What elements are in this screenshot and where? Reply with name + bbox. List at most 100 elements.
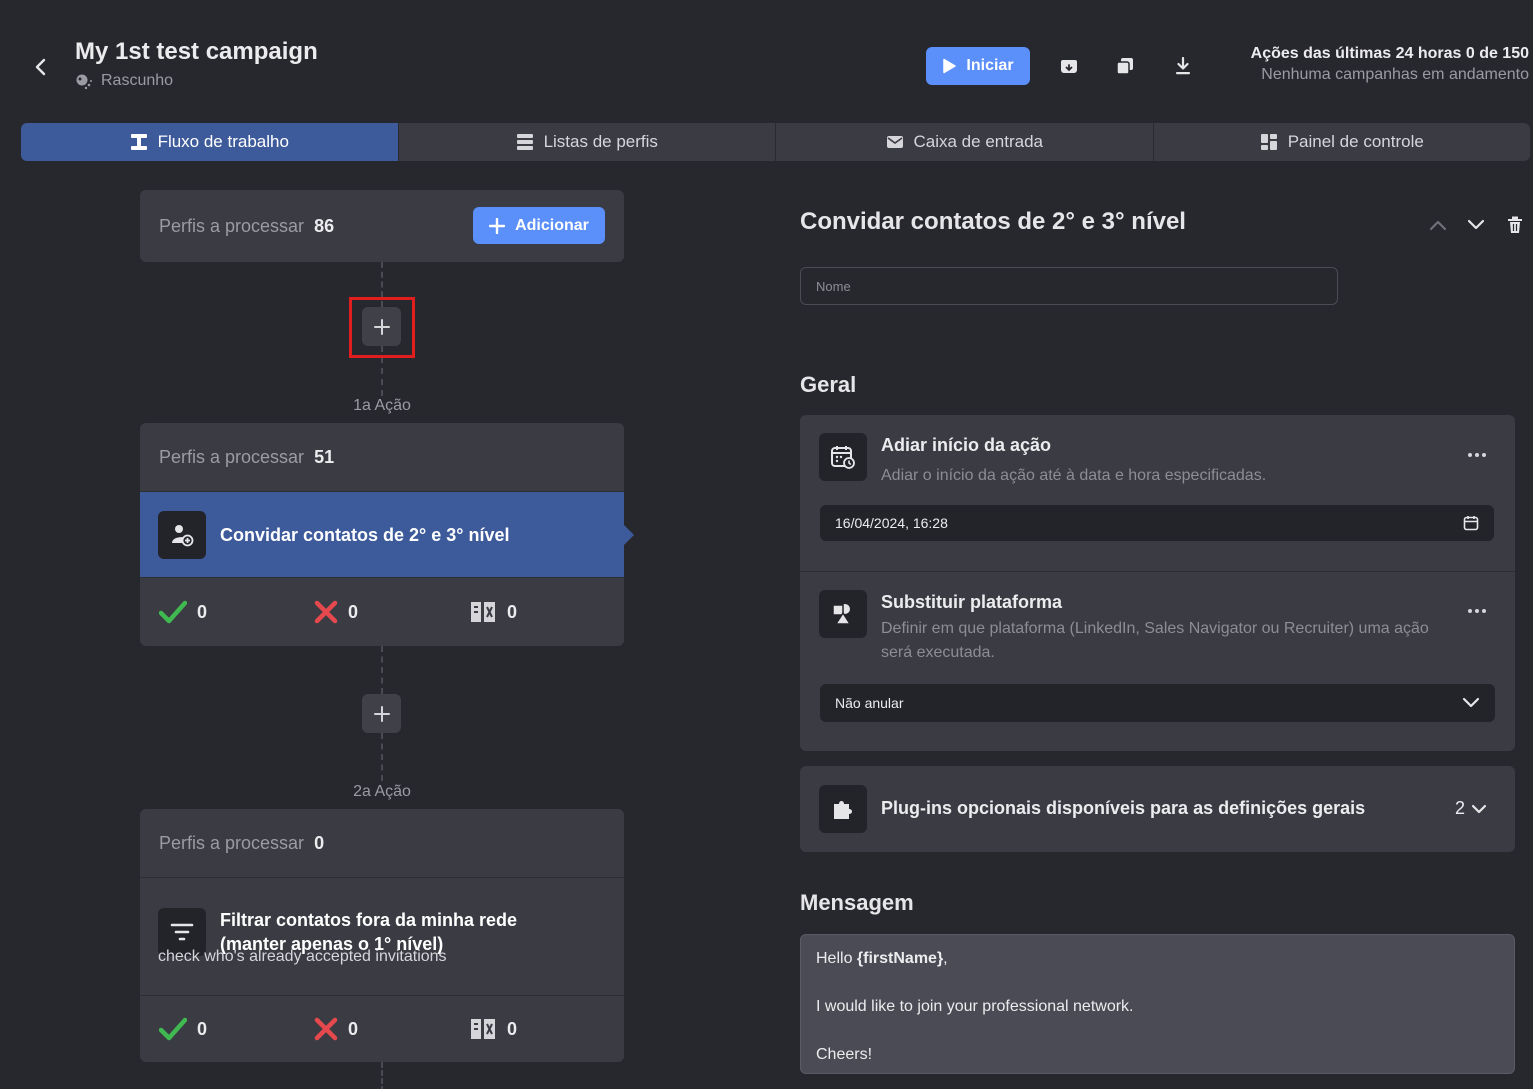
action-detail-title: Convidar contatos de 2° e 3° nível bbox=[800, 208, 1186, 235]
duplicate-button[interactable] bbox=[1113, 54, 1137, 78]
start-label: Iniciar bbox=[966, 57, 1014, 74]
profiles-label: Perfis a processar bbox=[159, 215, 305, 236]
action-card: Perfis a processar 0 Filtrar contatos fo… bbox=[140, 809, 624, 1062]
plugins-panel[interactable]: Plug-ins opcionais disponíveis para as d… bbox=[800, 766, 1515, 852]
x-icon bbox=[314, 1017, 338, 1041]
chevron-down-icon bbox=[1462, 697, 1480, 708]
message-greeting: Hello bbox=[816, 950, 857, 967]
start-profiles-card: Perfis a processar 86 Adicionar bbox=[140, 190, 624, 262]
actions-24h: Ações das últimas 24 horas 0 de 150 bbox=[1250, 45, 1529, 62]
connector-line bbox=[381, 1062, 383, 1089]
action-stats: Ações das últimas 24 horas 0 de 150 Nenh… bbox=[1251, 45, 1529, 84]
platform-description: Definir em que plataforma (LinkedIn, Sal… bbox=[881, 620, 1429, 661]
calendar-clock-icon bbox=[819, 433, 867, 481]
skip-icon bbox=[471, 1019, 495, 1039]
delay-description: Adiar o início da ação até à data e hora… bbox=[881, 467, 1267, 484]
message-closing: Cheers! bbox=[816, 1046, 873, 1063]
highlight-box bbox=[349, 297, 415, 358]
mail-icon bbox=[886, 136, 903, 148]
archive-button[interactable] bbox=[1057, 54, 1081, 78]
delay-more-button[interactable] bbox=[1467, 441, 1487, 464]
back-button[interactable] bbox=[28, 52, 54, 82]
profiles-count: 86 bbox=[314, 215, 335, 236]
start-button[interactable]: Iniciar bbox=[926, 47, 1030, 85]
main-tabs: Fluxo de trabalho Listas de perfis Caixa… bbox=[21, 123, 1530, 161]
archive-icon bbox=[1061, 60, 1077, 73]
message-greeting-end: , bbox=[943, 950, 948, 967]
general-section-title: Geral bbox=[800, 372, 857, 397]
invite-icon bbox=[158, 510, 206, 559]
plugins-title: Plug-ins opcionais disponíveis para as d… bbox=[881, 798, 1366, 818]
chevron-up-icon bbox=[1429, 220, 1447, 231]
tab-dashboard[interactable]: Painel de controle bbox=[1154, 123, 1531, 161]
chevron-left-icon bbox=[35, 58, 46, 76]
chevron-down-icon bbox=[1467, 219, 1485, 230]
calendar-icon bbox=[1463, 516, 1479, 531]
skipped-count: 0 bbox=[469, 600, 624, 624]
tab-workflow[interactable]: Fluxo de trabalho bbox=[21, 123, 399, 161]
action-row-filter[interactable]: Filtrar contatos fora da minha rede (man… bbox=[140, 877, 624, 995]
add-label: Adicionar bbox=[515, 216, 589, 234]
step-counts: 0 0 0 bbox=[140, 995, 624, 1062]
draft-icon bbox=[76, 74, 92, 90]
profiles-label: Perfis a processar bbox=[159, 446, 305, 467]
tab-label: Listas de perfis bbox=[543, 132, 658, 151]
tab-inbox[interactable]: Caixa de entrada bbox=[776, 123, 1154, 161]
campaign-status: Rascunho bbox=[75, 72, 173, 90]
tab-label: Fluxo de trabalho bbox=[157, 132, 289, 151]
more-icon bbox=[1468, 609, 1486, 613]
add-profiles-button[interactable]: Adicionar bbox=[473, 207, 605, 244]
divider bbox=[800, 571, 1515, 572]
message-section-title: Mensagem bbox=[800, 890, 914, 915]
more-icon bbox=[1468, 453, 1486, 457]
dashboard-icon bbox=[1260, 134, 1277, 150]
status-label: Rascunho bbox=[101, 72, 174, 89]
x-icon bbox=[314, 600, 338, 624]
delay-option: Adiar início da ação Adiar o início da a… bbox=[819, 433, 1441, 488]
shapes-icon bbox=[819, 590, 867, 638]
check-icon bbox=[159, 600, 187, 624]
download-button[interactable] bbox=[1171, 54, 1195, 78]
platform-select[interactable]: Não anular bbox=[820, 684, 1495, 722]
add-step-button[interactable] bbox=[362, 694, 401, 733]
download-icon bbox=[1176, 57, 1190, 75]
delay-datetime-field[interactable]: 16/04/2024, 16:28 bbox=[820, 505, 1494, 541]
delay-title: Adiar início da ação bbox=[881, 435, 1052, 455]
profiles-count: 0 bbox=[314, 832, 325, 853]
step-label: 2a Ação bbox=[353, 783, 411, 800]
action-card: Perfis a processar 51 Convidar contatos … bbox=[140, 423, 634, 646]
failed-count: 0 bbox=[314, 600, 469, 624]
step-counts: 0 0 0 bbox=[140, 577, 624, 646]
running-campaigns: Nenhuma campanhas em andamento bbox=[1261, 66, 1529, 83]
workflow-icon bbox=[130, 134, 147, 150]
delete-button[interactable] bbox=[1503, 213, 1527, 237]
profiles-count: 51 bbox=[314, 446, 335, 467]
message-body: I would like to join your professional n… bbox=[816, 998, 1134, 1015]
message-editor[interactable]: Hello {firstName}, I would like to join … bbox=[800, 934, 1515, 1074]
move-down-button[interactable] bbox=[1464, 213, 1488, 237]
action-row-invite[interactable]: Convidar contatos de 2° e 3° nível bbox=[140, 491, 634, 577]
plugins-count: 2 bbox=[1454, 798, 1465, 818]
action-name-input[interactable] bbox=[800, 267, 1338, 305]
list-icon bbox=[516, 134, 533, 150]
delay-datetime-value: 16/04/2024, 16:28 bbox=[835, 515, 948, 531]
skipped-count: 0 bbox=[469, 1017, 624, 1041]
trash-icon bbox=[1508, 216, 1522, 233]
success-count: 0 bbox=[159, 1017, 314, 1041]
platform-select-value: Não anular bbox=[835, 695, 904, 711]
chevron-down-icon bbox=[1471, 804, 1487, 813]
tab-label: Caixa de entrada bbox=[913, 132, 1043, 151]
copy-icon bbox=[1116, 58, 1133, 75]
general-settings-panel: Adiar início da ação Adiar o início da a… bbox=[800, 415, 1515, 751]
step-label: 1a Ação bbox=[353, 397, 411, 414]
connector-line bbox=[381, 733, 383, 781]
plugins-toggle[interactable]: 2 bbox=[1455, 798, 1487, 819]
action-name: Convidar contatos de 2° e 3° nível bbox=[220, 524, 510, 545]
platform-more-button[interactable] bbox=[1467, 597, 1487, 620]
profiles-label: Perfis a processar bbox=[159, 832, 305, 853]
move-up-button[interactable] bbox=[1426, 213, 1450, 237]
puzzle-icon bbox=[819, 785, 867, 833]
skip-icon bbox=[471, 602, 495, 622]
action-note: check who's already accepted invitations bbox=[158, 947, 447, 965]
tab-profile-lists[interactable]: Listas de perfis bbox=[399, 123, 776, 161]
